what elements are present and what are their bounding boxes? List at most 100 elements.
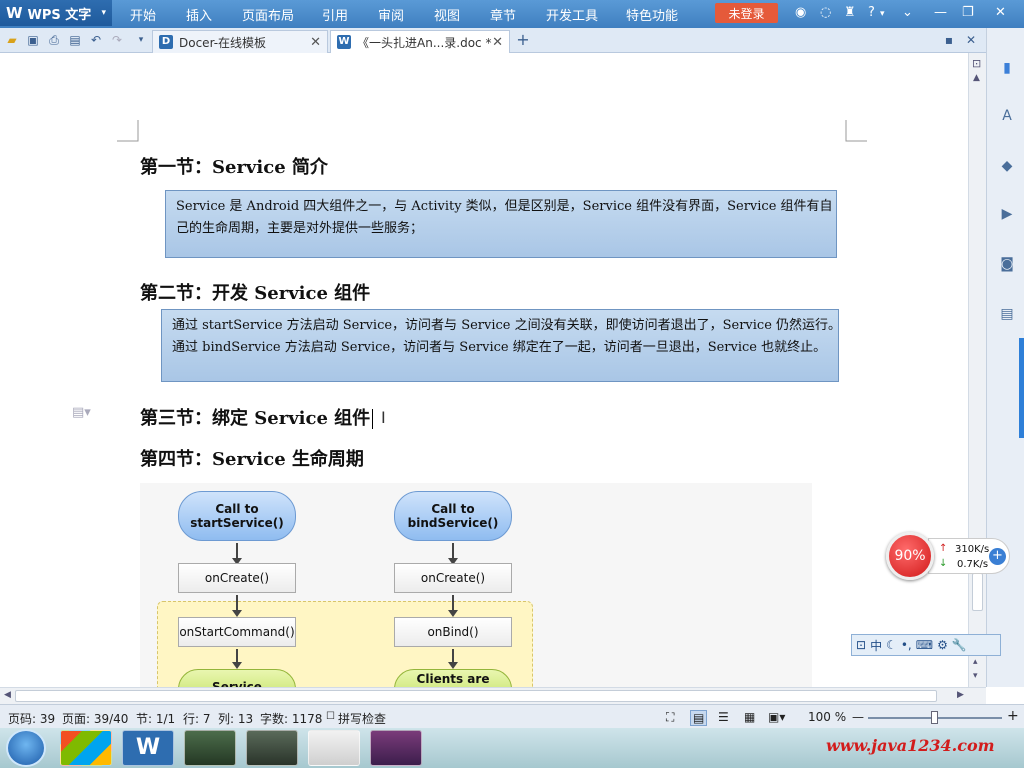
restore-icon[interactable]: ❐: [962, 5, 974, 20]
backup-icon[interactable]: ◙: [999, 256, 1015, 272]
zoom-out-icon[interactable]: —: [852, 710, 864, 724]
tab-document[interactable]: W 《一头扎进An...录.doc * ✕: [330, 30, 510, 53]
pane-expand-handle[interactable]: [1019, 338, 1024, 438]
undo-icon[interactable]: ↶: [89, 33, 103, 47]
menu-item-chapter[interactable]: 章节: [490, 5, 516, 24]
recorder-taskbar-icon[interactable]: [246, 730, 298, 766]
reading-view-icon[interactable]: ▣▾: [768, 710, 785, 724]
select-object-icon[interactable]: ▶: [999, 206, 1015, 222]
menu-item-start[interactable]: 开始: [130, 5, 156, 24]
paragraph-menu-icon[interactable]: ▤▾: [72, 405, 91, 420]
ime-toolbar: ⊡ 中 ☾ •, ⌨ ⚙ 🔧: [851, 634, 1001, 656]
close-tab-icon[interactable]: ✕: [492, 35, 503, 50]
punctuation-icon[interactable]: •,: [901, 638, 912, 652]
spellcheck-checkbox-icon[interactable]: ☐: [326, 711, 335, 722]
vertical-scrollbar[interactable]: ⊡ ▲ ▼ ▴ ▾: [968, 53, 986, 687]
memory-usage-ball[interactable]: 90%: [886, 532, 934, 580]
status-word-count[interactable]: 字数: 1178: [260, 710, 322, 727]
flow-arrow: [232, 543, 242, 565]
docer-icon: D: [159, 35, 173, 49]
outline-view-icon[interactable]: ☰: [718, 710, 729, 724]
hscroll-thumb[interactable]: [15, 690, 937, 702]
menu-item-insert[interactable]: 插入: [186, 5, 212, 24]
moon-icon[interactable]: ☾: [886, 638, 897, 652]
skin-icon[interactable]: ◉: [795, 5, 806, 20]
wps-writer-taskbar-icon[interactable]: W: [122, 730, 174, 766]
status-row[interactable]: 行: 7: [183, 710, 211, 727]
page-view-icon[interactable]: ▤: [690, 710, 708, 726]
print-icon[interactable]: ⎙: [47, 33, 61, 47]
document-taskbar-icon[interactable]: [308, 730, 360, 766]
java-ee-ide-taskbar-icon[interactable]: [370, 730, 422, 766]
horizontal-scrollbar[interactable]: ◀ ▶: [0, 687, 986, 704]
status-page-number[interactable]: 页码: 39: [8, 710, 55, 727]
ribbon-collapse-icon[interactable]: ⌄: [902, 5, 913, 20]
content-box-1[interactable]: Service 是 Android 四大组件之一，与 Activity 类似，但…: [165, 190, 837, 258]
new-tab-icon[interactable]: +: [516, 32, 530, 48]
scroll-right-icon[interactable]: ▶: [957, 690, 964, 700]
print-preview-icon[interactable]: ▤: [68, 33, 82, 47]
help-button[interactable]: ?: [868, 5, 875, 20]
task-pane-bar: ▮ A ◆ ▶ ◙ ▤: [986, 28, 1024, 687]
status-column[interactable]: 列: 13: [218, 710, 253, 727]
menu-item-features[interactable]: 特色功能: [626, 5, 678, 24]
save-icon[interactable]: ▣: [26, 33, 40, 47]
section-heading-3[interactable]: 第三节：绑定 Service 组件: [140, 404, 374, 430]
shirt-icon[interactable]: ♜: [844, 5, 856, 20]
scroll-up-icon[interactable]: ▲: [973, 73, 980, 83]
menu-item-developer[interactable]: 开发工具: [546, 5, 598, 24]
close-tab-icon[interactable]: ✕: [310, 35, 321, 50]
menu-item-reference[interactable]: 引用: [322, 5, 348, 24]
tab-bar: ▰ ▣ ⎙ ▤ ↶ ↷ ▾ D Docer-在线模板 ✕ W 《一头扎进An..…: [0, 28, 986, 53]
fullscreen-icon[interactable]: ⛶: [666, 710, 674, 725]
minimize-icon[interactable]: —: [934, 5, 947, 20]
prev-page-icon[interactable]: ▴: [973, 657, 978, 667]
login-button[interactable]: 未登录: [715, 3, 778, 23]
open-folder-icon[interactable]: ▰: [5, 33, 19, 47]
tab-close-all-icon[interactable]: ✕: [964, 33, 978, 47]
ime-logo-icon[interactable]: ⊡: [856, 638, 866, 652]
menu-item-layout[interactable]: 页面布局: [242, 5, 294, 24]
status-page-count[interactable]: 页面: 39/40: [62, 710, 128, 727]
start-button[interactable]: [6, 729, 46, 767]
scrollbar-thumb[interactable]: [972, 573, 983, 611]
settings-icon[interactable]: ⚙: [937, 638, 948, 652]
zoom-slider-thumb[interactable]: [931, 711, 938, 724]
scroll-top-icon[interactable]: ⊡: [972, 57, 981, 70]
status-section[interactable]: 节: 1/1: [136, 710, 175, 727]
wrench-icon[interactable]: 🔧: [952, 638, 967, 652]
accelerate-plus-icon[interactable]: +: [989, 548, 1006, 565]
section-heading-2[interactable]: 第二节：开发 Service 组件: [140, 279, 370, 305]
onbind-node: onBind(): [394, 617, 512, 647]
feedback-icon[interactable]: ◌: [820, 5, 831, 20]
app-taskbar-icon[interactable]: [184, 730, 236, 766]
next-page-icon[interactable]: ▾: [973, 671, 978, 681]
document-tools-icon[interactable]: ▤: [999, 306, 1015, 322]
app-title: WPS 文字: [27, 7, 92, 23]
section-heading-4[interactable]: 第四节：Service 生命周期: [140, 445, 364, 471]
app-menu-button[interactable]: W WPS 文字 ▾: [0, 0, 112, 26]
tab-list-icon[interactable]: ▪: [942, 33, 956, 47]
content-box-2[interactable]: 通过 startService 方法启动 Service，访问者与 Servic…: [161, 309, 841, 382]
quick-access-dropdown-icon[interactable]: ▾: [134, 33, 148, 47]
menu-item-view[interactable]: 视图: [434, 5, 460, 24]
keyboard-icon[interactable]: ⌨: [916, 638, 933, 652]
menu-item-review[interactable]: 审阅: [378, 5, 404, 24]
help-dropdown-icon[interactable]: ▾: [880, 9, 885, 19]
web-view-icon[interactable]: ▦: [744, 710, 755, 724]
new-document-icon[interactable]: ▮: [999, 60, 1015, 76]
zoom-in-icon[interactable]: +: [1007, 708, 1019, 724]
ime-language-toggle[interactable]: 中: [870, 637, 882, 654]
tab-docer[interactable]: D Docer-在线模板 ✕: [152, 30, 328, 53]
close-icon[interactable]: ✕: [995, 5, 1006, 20]
call-bindservice-node: Call to bindService(): [394, 491, 512, 541]
spellcheck-label[interactable]: 拼写检查: [338, 710, 386, 727]
shapes-icon[interactable]: ◆: [999, 158, 1015, 174]
style-format-icon[interactable]: A: [999, 108, 1015, 124]
call-startservice-node: Call to startService(): [178, 491, 296, 541]
section-heading-1[interactable]: 第一节：Service 简介: [140, 153, 328, 179]
zoom-level[interactable]: 100 %: [808, 710, 846, 724]
redo-icon[interactable]: ↷: [110, 33, 124, 47]
office-taskbar-icon[interactable]: [60, 730, 112, 766]
scroll-left-icon[interactable]: ◀: [4, 690, 11, 700]
